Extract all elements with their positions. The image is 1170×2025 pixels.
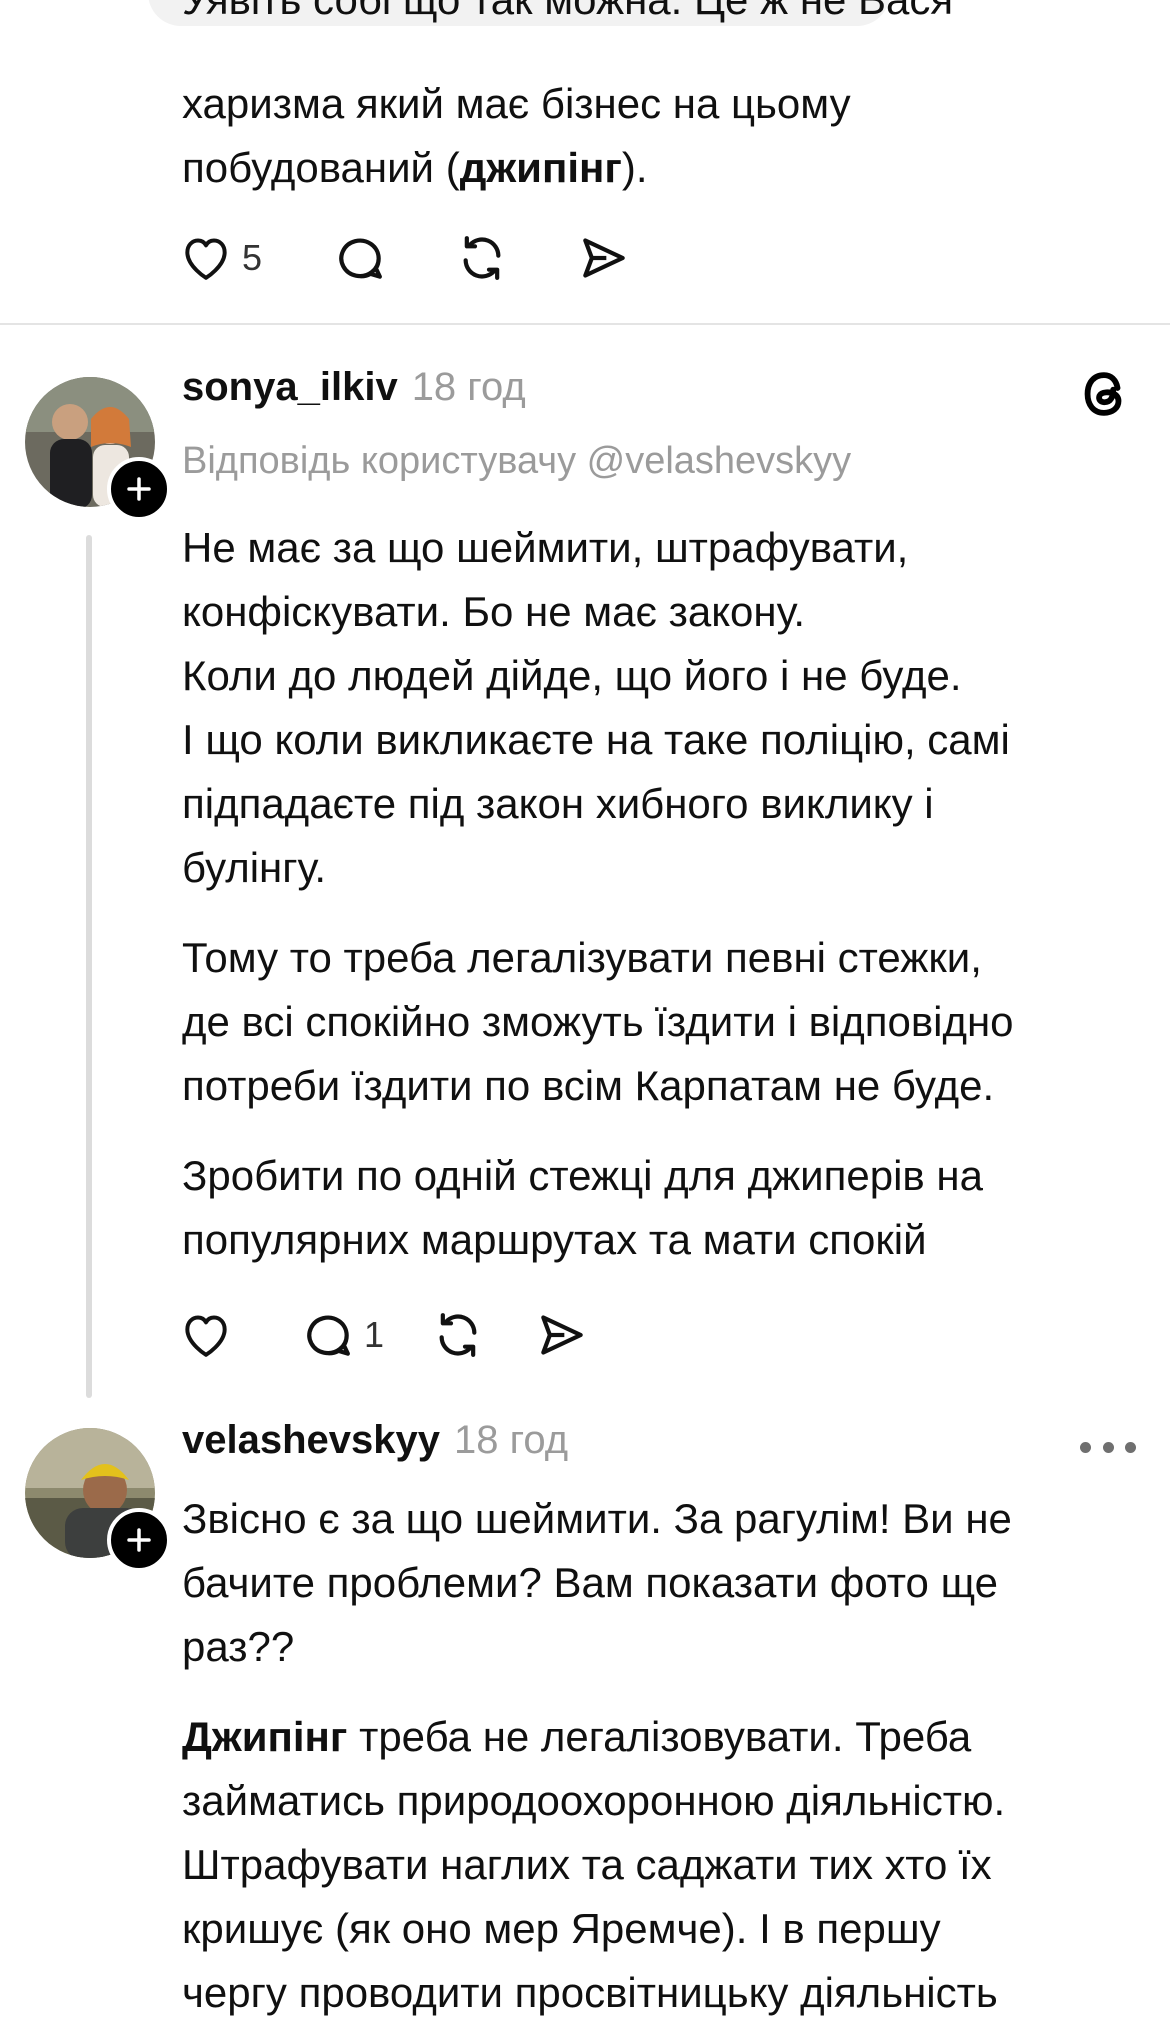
send-icon xyxy=(541,1315,583,1355)
timestamp: 18 год xyxy=(454,1418,569,1462)
post-divider xyxy=(0,323,1170,325)
username[interactable]: velashevskyy xyxy=(182,1418,440,1463)
send-icon xyxy=(583,238,625,278)
post-top-cut-line: Уявіть собі що так можна. Це ж не Вася xyxy=(182,0,1082,56)
reply-2-body: Звісно є за що шеймити. За рагулім! Ви н… xyxy=(182,1487,1110,2025)
paragraph: Не має за що шеймити, штрафувати, конфіс… xyxy=(182,524,1010,891)
follow-button[interactable] xyxy=(107,457,171,521)
reply-2-header: velashevskyy 18 год xyxy=(182,1418,568,1478)
bold-word: Джипінг xyxy=(182,1713,348,1760)
reply-1-actions: 1 xyxy=(178,1303,590,1367)
paragraph: Джипінг треба не легалізовувати. Треба з… xyxy=(182,1713,1006,2016)
share-button[interactable] xyxy=(534,1303,590,1367)
more-dots-icon xyxy=(1080,1441,1091,1453)
post-top-line: побудований (джипінг). xyxy=(182,144,648,191)
heart-icon xyxy=(185,238,227,280)
paragraph: Зробити по одній стежці для джиперів на … xyxy=(182,1152,983,1263)
post-top-body: харизма який має бізнес на цьому побудов… xyxy=(182,72,1110,200)
post-top-bold-word: джипінг xyxy=(459,144,622,191)
post-top-line: харизма який має бізнес на цьому xyxy=(182,80,851,127)
heart-icon xyxy=(185,1315,227,1357)
comment-button[interactable]: 1 xyxy=(300,1303,384,1367)
username[interactable]: sonya_ilkiv xyxy=(182,365,398,410)
paragraph: Звісно є за що шеймити. За рагулім! Ви н… xyxy=(182,1495,1012,1670)
comment-icon xyxy=(307,1315,350,1356)
repost-button[interactable] xyxy=(430,1303,486,1367)
more-options-button[interactable] xyxy=(1080,1437,1136,1457)
like-button[interactable] xyxy=(178,1303,234,1367)
repost-icon xyxy=(439,1313,477,1357)
post-top-actions: 5 xyxy=(178,226,632,290)
comment-button[interactable] xyxy=(332,226,388,290)
plus-icon xyxy=(127,477,151,501)
like-button[interactable]: 5 xyxy=(178,226,262,290)
timestamp: 18 год xyxy=(411,365,526,409)
like-count: 5 xyxy=(242,237,263,278)
comment-icon xyxy=(339,238,382,279)
reply-to-label[interactable]: Відповідь користувачу @velashevskyy xyxy=(182,440,851,483)
follow-button[interactable] xyxy=(107,1508,171,1572)
plus-icon xyxy=(127,1528,151,1552)
reply-1-header: sonya_ilkiv 18 год xyxy=(182,365,526,425)
threads-logo-icon xyxy=(1084,372,1122,416)
thread-connector-line xyxy=(86,535,92,1398)
share-button[interactable] xyxy=(576,226,632,290)
reply-count: 1 xyxy=(364,1314,385,1355)
repost-icon xyxy=(463,236,501,280)
repost-button[interactable] xyxy=(454,226,510,290)
paragraph: Тому то треба легалізувати певні стежки,… xyxy=(182,934,1014,1109)
reply-1-body: Не має за що шеймити, штрафувати, конфіс… xyxy=(182,516,1110,1272)
